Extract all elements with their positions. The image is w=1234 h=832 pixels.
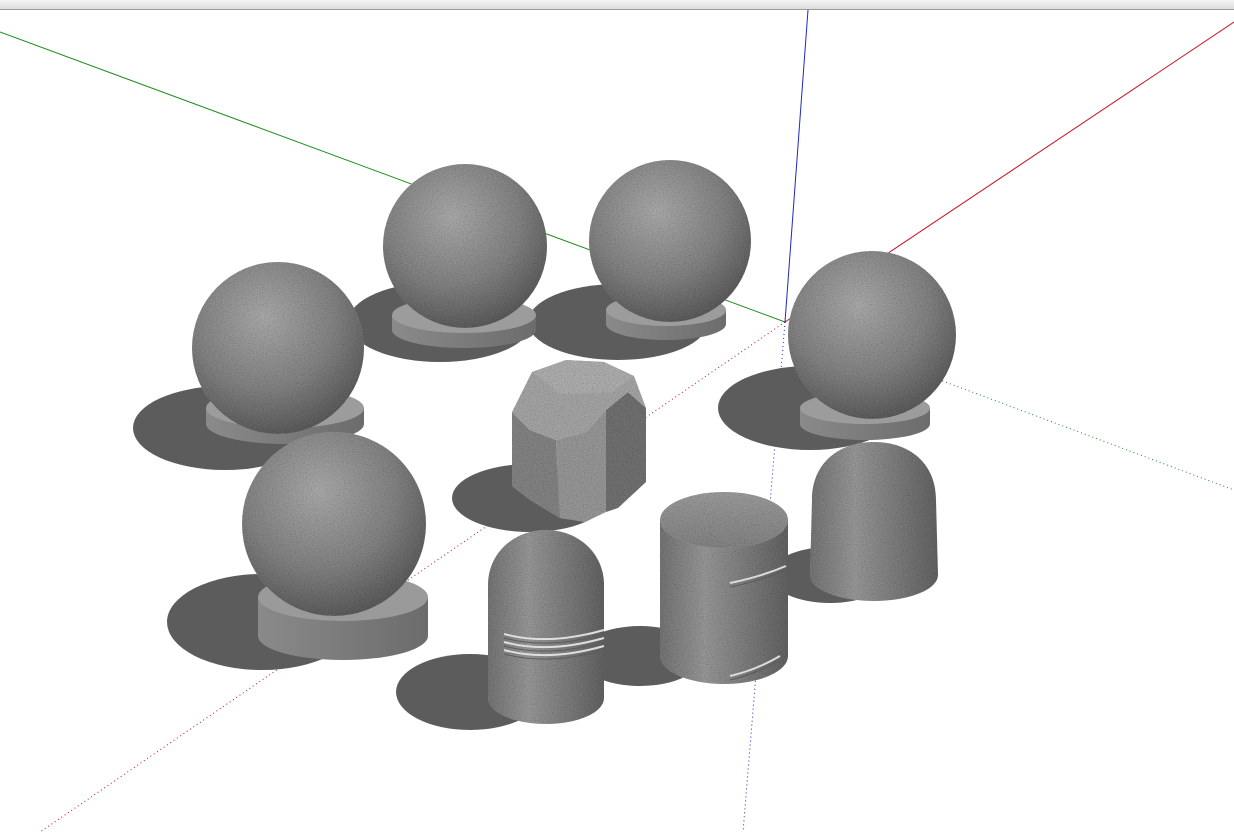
sphere-bollard-back-right[interactable] xyxy=(589,160,751,340)
cylinder-bollard[interactable] xyxy=(660,492,788,684)
dome-bollard[interactable] xyxy=(810,442,938,601)
cylinder-bollard-top xyxy=(660,492,788,548)
blue-axis-solid xyxy=(784,10,809,323)
scene-canvas[interactable] xyxy=(0,10,1234,832)
sphere-bollard-left[interactable] xyxy=(192,262,364,444)
3d-viewport[interactable] xyxy=(0,10,1234,832)
octagonal-bollard-right-face xyxy=(606,392,646,512)
sphere-bollard-back-left[interactable] xyxy=(383,164,547,348)
toolbar-strip xyxy=(0,0,1234,10)
sketchup-window xyxy=(0,0,1234,832)
capsule-bollard[interactable] xyxy=(488,530,605,724)
sphere-bollard-front-left[interactable] xyxy=(242,432,428,660)
octagonal-bollard[interactable] xyxy=(512,360,646,522)
sphere-bollard-right[interactable] xyxy=(788,251,956,440)
